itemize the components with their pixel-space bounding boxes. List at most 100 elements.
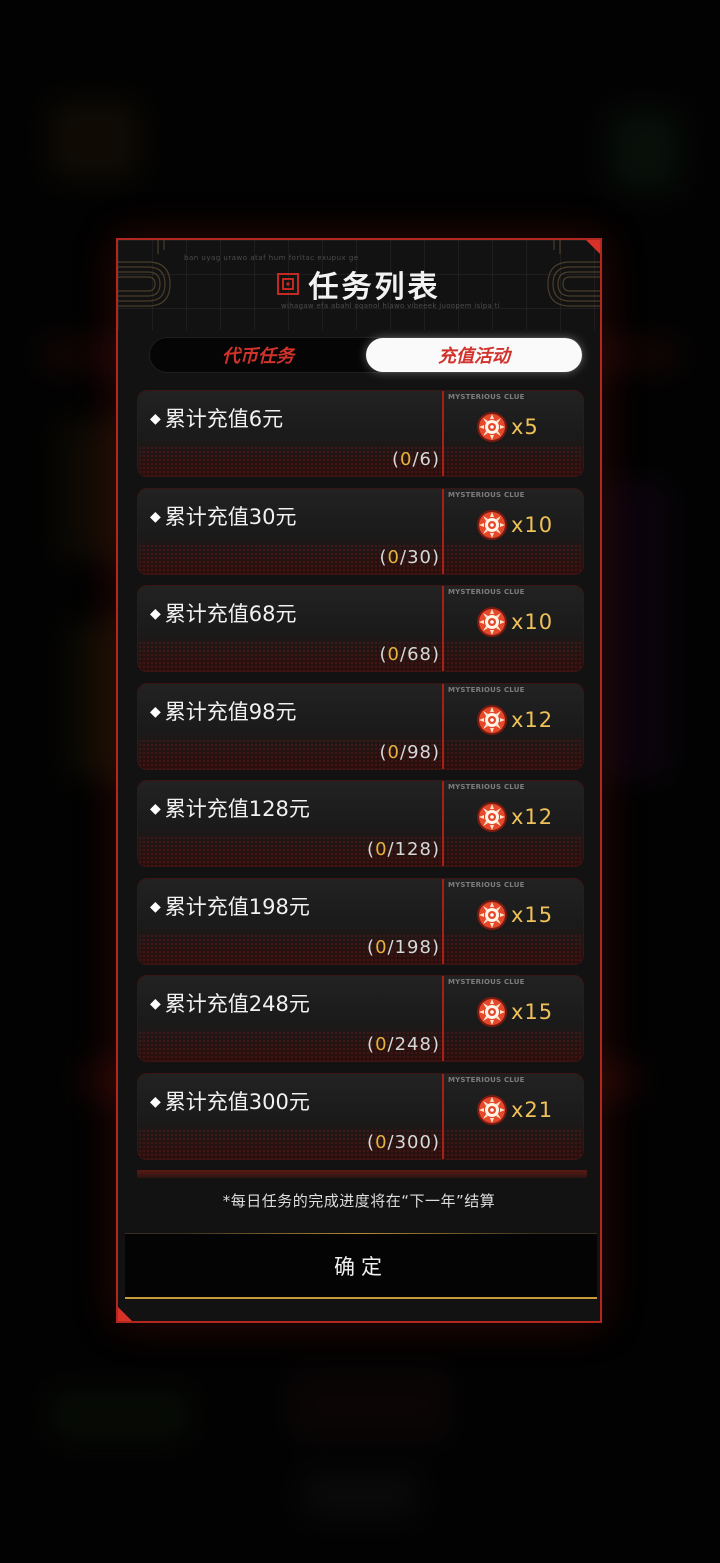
reward-count: x12 — [511, 707, 554, 732]
task-item: ◆ 累计充值248元 (0/248) MYSTERIOUS CLUE x15 — [137, 975, 584, 1062]
next-task-edge — [137, 1170, 587, 1178]
mysterious-clue-icon — [477, 997, 507, 1027]
task-name-text: 累计充值6元 — [164, 407, 284, 431]
task-progress: (0/128) — [367, 839, 440, 860]
reward-count: x21 — [511, 1097, 554, 1122]
progress-note: *每日任务的完成进度将在“下一年”结算 — [222, 1192, 496, 1210]
mysterious-clue-icon — [477, 704, 507, 735]
reward: x10 — [474, 507, 553, 543]
task-name: ◆ 累计充值98元 — [150, 696, 297, 726]
progress-current: 0 — [375, 1131, 388, 1153]
progress-total: 128 — [394, 839, 432, 860]
task-name: ◆ 累计充值128元 — [150, 793, 310, 823]
reward: x12 — [474, 799, 553, 835]
reward-count: x10 — [511, 610, 554, 634]
task-item: ◆ 累计充值98元 (0/98) MYSTERIOUS CLUE x12 — [137, 682, 584, 770]
title-row: 任务列表 — [118, 262, 600, 306]
reward-tag: MYSTERIOUS CLUE — [448, 490, 525, 499]
tab-token-tasks[interactable]: 代币任务 — [150, 338, 366, 372]
progress-total: 68 — [407, 644, 432, 665]
reward: x21 — [474, 1092, 553, 1128]
reward-divider — [442, 976, 444, 1061]
header-micro-text: ban uyag urawo ataf hum forltac exupux g… — [184, 254, 359, 262]
task-item: ◆ 累计充值128元 (0/128) MYSTERIOUS CLUE x12 — [137, 780, 584, 867]
grid-emblem-icon — [277, 273, 300, 295]
task-item: ◆ 累计充值300元 (0/300) MYSTERIOUS CLUE x21 — [137, 1072, 584, 1160]
diamond-icon: ◆ — [150, 606, 161, 622]
reward-tag: MYSTERIOUS CLUE — [448, 393, 525, 401]
task-name: ◆ 累计充值68元 — [150, 598, 297, 628]
progress-total: 198 — [394, 936, 432, 958]
diamond-icon: ◆ — [150, 801, 161, 817]
progress-total: 248 — [394, 1034, 432, 1055]
mysterious-clue-icon — [477, 899, 507, 930]
progress-current: 0 — [375, 1034, 388, 1055]
reward: x15 — [474, 994, 553, 1030]
mysterious-clue-icon — [477, 607, 507, 637]
task-name-text: 累计充值198元 — [164, 894, 310, 919]
reward-count: x15 — [511, 902, 554, 927]
task-progress: (0/6) — [391, 449, 440, 470]
task-item: ◆ 累计充值30元 (0/30) MYSTERIOUS CLUE x10 — [137, 487, 584, 575]
reward-tag: MYSTERIOUS CLUE — [448, 978, 525, 986]
reward-count: x10 — [511, 512, 554, 537]
progress-total: 98 — [407, 741, 432, 763]
reward-count: x5 — [511, 415, 539, 439]
task-progress: (0/248) — [367, 1034, 440, 1055]
task-name: ◆ 累计充值30元 — [150, 501, 297, 531]
diamond-icon: ◆ — [150, 1093, 161, 1110]
task-name-text: 累计充值68元 — [164, 602, 297, 626]
progress-total: 30 — [407, 546, 432, 568]
task-progress: (0/300) — [367, 1131, 440, 1153]
task-name: ◆ 累计充值300元 — [150, 1086, 310, 1116]
diamond-icon: ◆ — [150, 898, 161, 915]
task-list-dialog: ban uyag urawo ataf hum forltac exupux g… — [116, 238, 602, 1323]
reward: x5 — [474, 409, 539, 445]
progress-current: 0 — [387, 644, 400, 665]
progress-current: 0 — [375, 936, 388, 958]
progress-current: 0 — [387, 741, 400, 763]
reward: x10 — [474, 604, 553, 640]
reward-divider — [442, 683, 444, 769]
mysterious-clue-icon — [477, 802, 507, 832]
task-name: ◆ 累计充值6元 — [150, 403, 283, 433]
task-item: ◆ 累计充值198元 (0/198) MYSTERIOUS CLUE x15 — [137, 877, 584, 965]
dialog-title: 任务列表 — [308, 270, 441, 305]
diamond-icon: ◆ — [150, 411, 161, 427]
task-name-text: 累计充值98元 — [164, 699, 297, 724]
task-list[interactable]: ◆ 累计充值6元 (0/6) MYSTERIOUS CLUE x5 ◆ 累计充值… — [137, 390, 587, 1178]
task-name-text: 累计充值128元 — [164, 797, 310, 821]
reward-divider — [442, 488, 444, 574]
progress-current: 0 — [399, 449, 413, 470]
diamond-icon: ◆ — [150, 703, 161, 720]
corner-accent — [118, 1305, 134, 1321]
task-name: ◆ 累计充值248元 — [150, 988, 310, 1018]
confirm-button[interactable]: 确定 — [125, 1233, 597, 1299]
reward-tag: MYSTERIOUS CLUE — [448, 588, 525, 596]
reward-tag: MYSTERIOUS CLUE — [448, 685, 525, 694]
task-item: ◆ 累计充值68元 (0/68) MYSTERIOUS CLUE x10 — [137, 585, 584, 672]
mysterious-clue-icon — [477, 412, 507, 442]
reward-count: x15 — [511, 1000, 554, 1024]
reward: x12 — [474, 702, 553, 738]
progress-current: 0 — [387, 546, 400, 568]
mysterious-clue-icon — [477, 1094, 507, 1125]
reward-divider — [442, 878, 444, 964]
reward-divider — [442, 1073, 444, 1159]
tab-recharge-events[interactable]: 充值活动 — [366, 338, 582, 372]
header-micro-text: wihagaw efa abahl oqanol hlawo vibeeek j… — [281, 302, 500, 310]
diamond-icon: ◆ — [150, 996, 161, 1012]
task-name: ◆ 累计充值198元 — [150, 891, 310, 921]
progress-total: 6 — [419, 449, 432, 470]
reward-divider — [442, 781, 444, 866]
task-name-text: 累计充值30元 — [164, 504, 297, 529]
mysterious-clue-icon — [477, 509, 507, 540]
reward-tag: MYSTERIOUS CLUE — [448, 1075, 525, 1084]
reward-tag: MYSTERIOUS CLUE — [448, 783, 525, 791]
task-item: ◆ 累计充值6元 (0/6) MYSTERIOUS CLUE x5 — [137, 390, 584, 477]
progress-current: 0 — [375, 839, 388, 860]
task-progress: (0/30) — [379, 546, 440, 568]
progress-total: 300 — [394, 1131, 432, 1153]
task-progress: (0/98) — [379, 741, 440, 763]
tab-bar: 代币任务 充值活动 — [149, 337, 583, 373]
